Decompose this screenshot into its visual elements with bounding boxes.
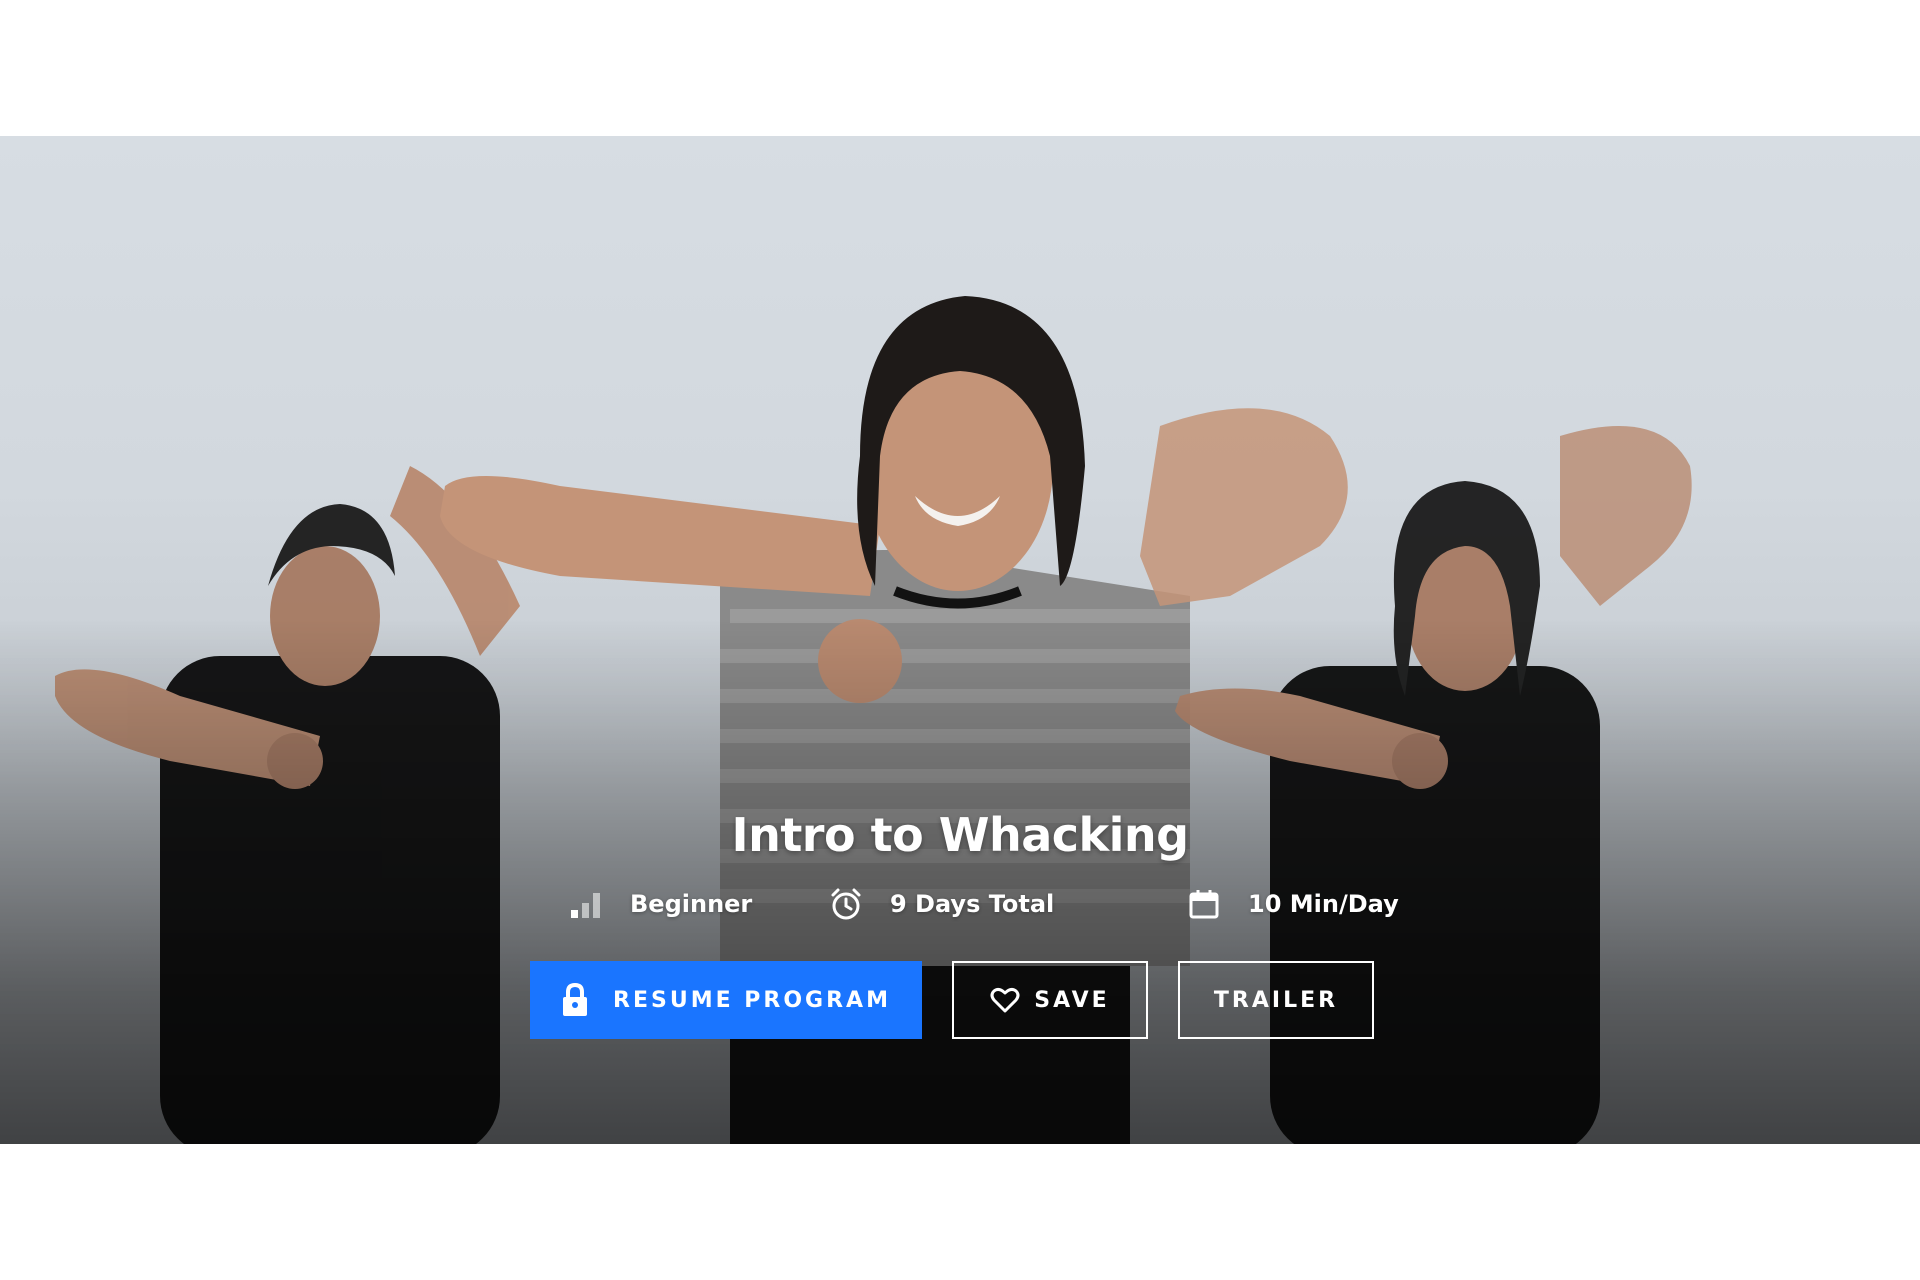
resume-program-button[interactable]: RESUME PROGRAM bbox=[530, 961, 922, 1039]
heart-icon bbox=[990, 986, 1020, 1014]
save-label: SAVE bbox=[1034, 987, 1110, 1013]
meta-duration: 9 Days Total bbox=[828, 886, 1054, 922]
lock-icon bbox=[561, 982, 589, 1018]
save-button[interactable]: SAVE bbox=[952, 961, 1148, 1039]
page: Intro to Whacking Beginner 9 Days Total bbox=[0, 0, 1920, 1280]
calendar-icon bbox=[1186, 886, 1222, 922]
trailer-label: TRAILER bbox=[1213, 987, 1339, 1013]
meta-level-label: Beginner bbox=[630, 890, 753, 918]
meta-duration-label: 9 Days Total bbox=[890, 890, 1055, 918]
meta-daily-time: 10 Min/Day bbox=[1186, 886, 1399, 922]
program-hero: Intro to Whacking Beginner 9 Days Total bbox=[0, 136, 1920, 1144]
resume-program-label: RESUME PROGRAM bbox=[613, 987, 891, 1013]
signal-bars-icon bbox=[568, 886, 604, 922]
trailer-button[interactable]: TRAILER bbox=[1178, 961, 1374, 1039]
program-title: Intro to Whacking bbox=[731, 808, 1189, 862]
meta-level: Beginner bbox=[568, 886, 752, 922]
alarm-clock-icon bbox=[828, 886, 864, 922]
meta-daily-time-label: 10 Min/Day bbox=[1248, 890, 1399, 918]
